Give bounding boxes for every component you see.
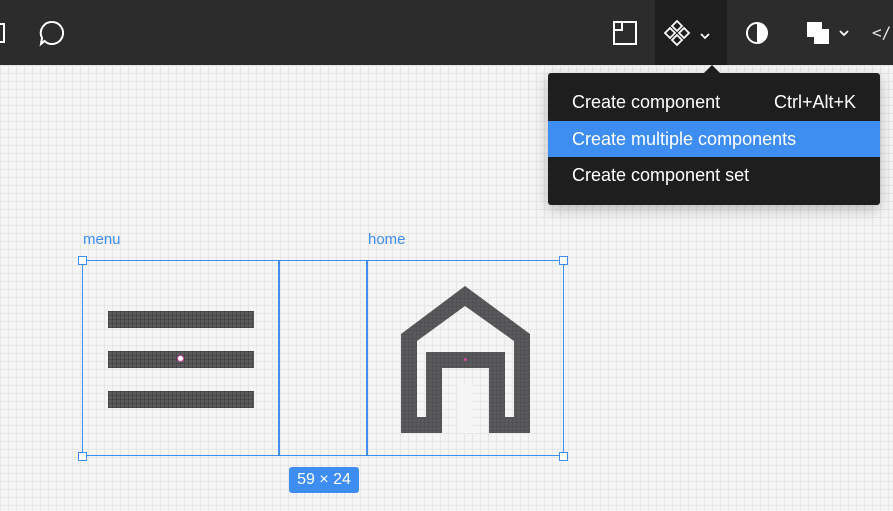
menu-item-shortcut: Ctrl+Alt+K [773,91,856,112]
selection-bounding-box[interactable] [82,260,564,456]
contrast-button[interactable] [737,0,777,65]
menu-item-label: Create component [572,91,721,112]
dev-mode-button[interactable]: </ [872,0,893,65]
resize-handle-bottom-left[interactable] [78,452,87,461]
comment-button[interactable] [30,0,74,65]
code-icon: </ [872,23,892,42]
menu-item-label: Create multiple components [572,128,797,149]
frame-tool-button[interactable] [603,0,647,65]
frame-label-menu[interactable]: menu [83,231,121,248]
menu-item-create-component-set[interactable]: Create component set [548,157,880,193]
resize-handle-top-left[interactable] [78,256,87,265]
frame-boundary-home [366,260,368,456]
resize-handle-top-right[interactable] [559,256,568,265]
selection-size-badge: 59 × 24 [289,467,359,493]
top-toolbar: </ [0,0,893,65]
contrast-icon [746,21,768,44]
boolean-operations-button[interactable] [797,0,857,65]
hand-tool-button[interactable] [0,0,14,65]
component-dropdown-menu: Create component Ctrl+Alt+K Create multi… [548,73,880,205]
boolean-shapes-icon [807,21,829,44]
comment-icon [39,20,64,47]
menu-item-label: Create component set [572,164,750,185]
frame-label-home[interactable]: home [368,231,406,248]
chevron-down-icon [839,29,849,36]
frame-icon [613,20,637,45]
hand-icon [0,22,5,43]
frame-boundary-menu [278,260,280,456]
component-icon [663,19,691,46]
resize-handle-bottom-right[interactable] [559,452,568,461]
menu-item-create-component[interactable]: Create component Ctrl+Alt+K [548,84,880,120]
chevron-down-icon [700,32,710,39]
component-menu-button[interactable] [655,0,727,65]
menu-item-create-multiple-components[interactable]: Create multiple components [548,121,880,157]
